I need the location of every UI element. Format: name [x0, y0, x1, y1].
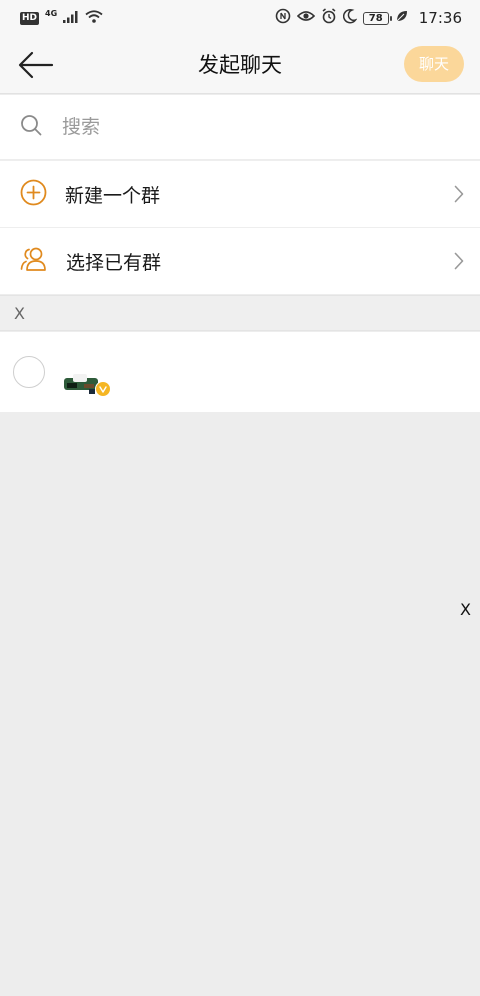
new-group-item[interactable]: 新建一个群 [0, 160, 480, 227]
avatar [64, 374, 98, 394]
search-input[interactable] [62, 116, 422, 138]
status-right: 78 17:36 [275, 8, 462, 28]
contact-list-item[interactable] [0, 332, 480, 412]
wifi-icon [85, 9, 103, 27]
network-type: 4G [45, 8, 58, 18]
alarm-icon [321, 8, 337, 28]
status-left: HD 4G [20, 9, 103, 27]
select-group-item[interactable]: 选择已有群 [0, 227, 480, 294]
search-icon [20, 114, 42, 140]
chevron-right-icon [454, 252, 464, 270]
hd-indicator: HD [20, 11, 40, 25]
status-bar: HD 4G 78 17:36 [0, 0, 480, 36]
leaf-icon [395, 9, 409, 27]
new-group-label: 新建一个群 [65, 184, 161, 207]
back-button[interactable] [16, 48, 56, 82]
add-circle-icon [20, 179, 47, 210]
eye-icon [296, 9, 315, 27]
verified-badge-icon [95, 381, 111, 397]
arrow-left-icon [18, 51, 54, 79]
search-bar[interactable] [0, 95, 480, 159]
section-header: X [0, 295, 480, 331]
signal-icon [63, 9, 79, 27]
moon-icon [342, 8, 358, 28]
chevron-right-icon [454, 185, 464, 203]
chat-button[interactable]: 聊天 [404, 46, 464, 82]
alphabet-index-item[interactable]: X [460, 600, 471, 619]
group-users-icon [20, 246, 48, 276]
nav-bar: 发起聊天 聊天 [0, 36, 480, 94]
select-radio[interactable] [13, 356, 45, 388]
clock-time: 17:36 [418, 9, 462, 27]
nfc-icon [275, 8, 291, 28]
battery-icon: 78 [362, 11, 392, 25]
select-group-label: 选择已有群 [66, 251, 162, 274]
